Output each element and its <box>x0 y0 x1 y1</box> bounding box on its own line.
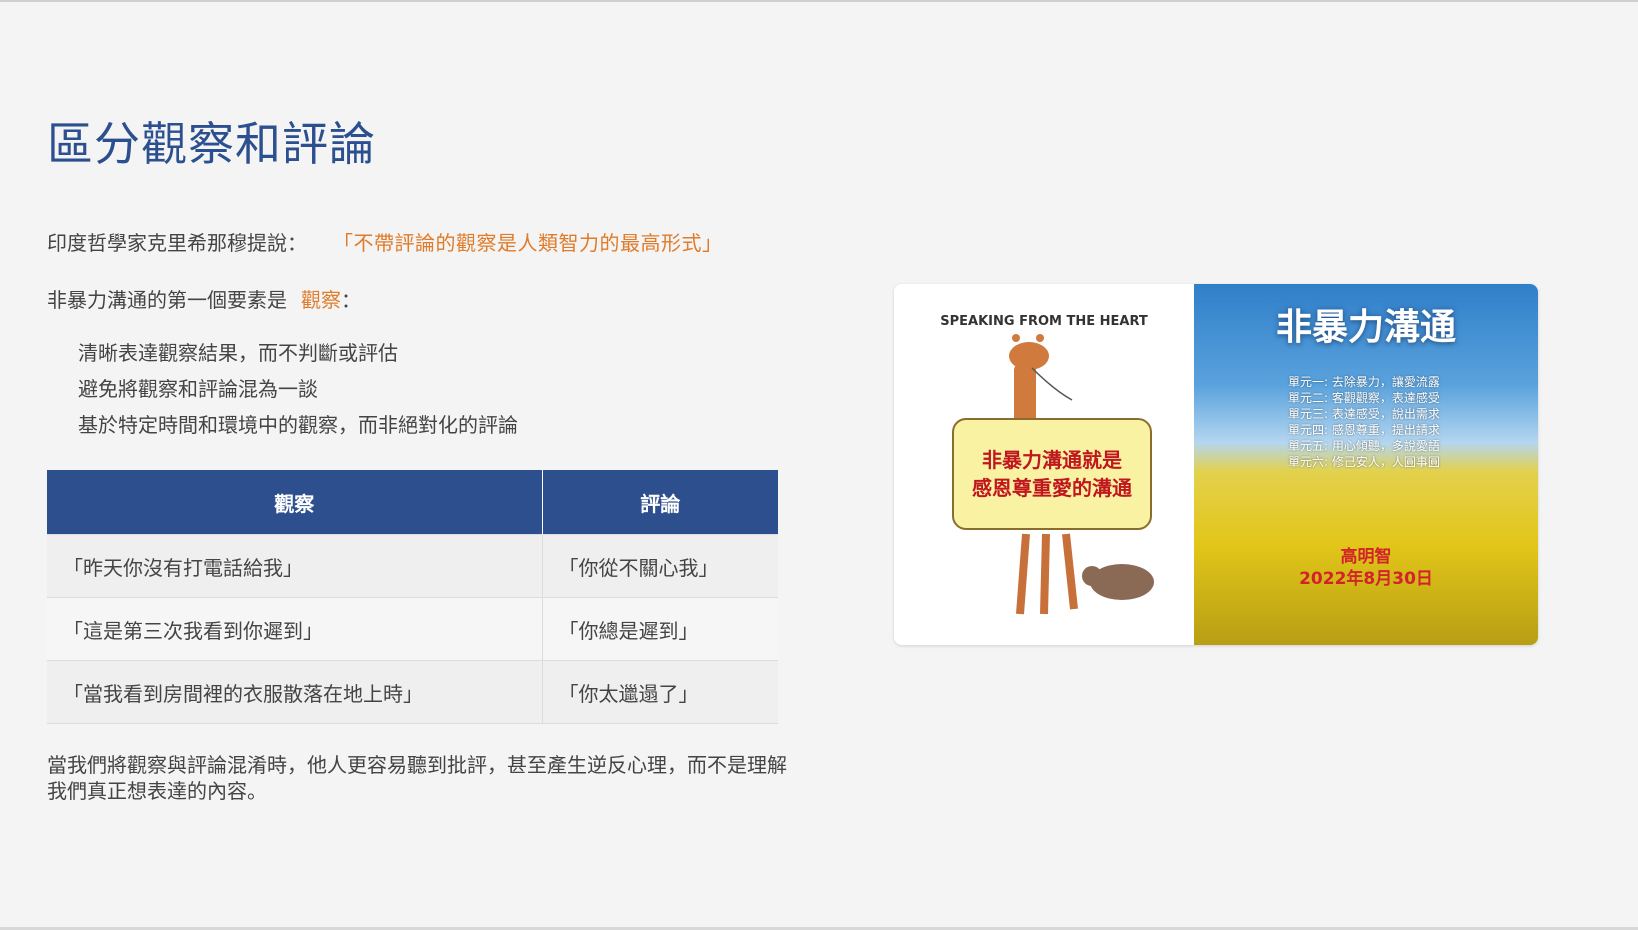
table-header-row: 觀察 評論 <box>47 470 778 535</box>
list-item: 單元一: 去除暴力，讓愛流露 <box>1288 375 1440 389</box>
book-title: 非暴力溝通 <box>1275 307 1456 348</box>
evaluation-cell: 「你太邋遢了」 <box>542 660 778 724</box>
list-item: 清晰表達觀察結果，而不判斷或評估 <box>78 341 398 365</box>
giraffe-sign: 非暴力溝通就是 感恩尊重愛的溝通 <box>952 418 1152 530</box>
book-front-panel: 非暴力溝通 單元一: 去除暴力，讓愛流露 單元二: 客觀觀察，表達感受 單元三:… <box>1194 284 1538 645</box>
list-item: 單元二: 客觀觀察，表達感受 <box>1288 391 1440 405</box>
header-observation: 觀察 <box>47 470 543 535</box>
evaluation-cell: 「你總是遲到」 <box>542 597 778 661</box>
highlighted-quote: 「不帶評論的觀察是人類智力的最高形式」 <box>343 231 723 255</box>
observation-points-list: 清晰表達觀察結果，而不判斷或評估 避免將觀察和評論混為一談 基於特定時間和環境中… <box>78 340 518 448</box>
table-row: 「這是第三次我看到你遲到」 「你總是遲到」 <box>47 597 778 661</box>
slide-title: 區分觀察和評論 <box>47 117 376 171</box>
table-row: 「當我看到房間裡的衣服散落在地上時」 「你太邋遢了」 <box>47 660 778 724</box>
list-item: 單元四: 感恩尊重，提出請求 <box>1288 423 1440 437</box>
observation-vs-evaluation-table: 觀察 評論 「昨天你沒有打電話給我」 「你從不關心我」 「這是第三次我看到你遲到… <box>47 470 778 724</box>
sign-line: 感恩尊重愛的溝通 <box>972 476 1132 500</box>
book-cover-image: SPEAKING FROM THE HEART 非暴力溝通就是 感恩尊重愛的溝通… <box>894 284 1538 645</box>
list-item: 單元六: 修己安人，人圓事圓 <box>1288 455 1440 469</box>
list-item: 單元五: 用心傾聽，多說愛語 <box>1288 439 1440 453</box>
top-divider <box>0 0 1638 2</box>
sign-line: 非暴力溝通就是 <box>982 448 1122 472</box>
summary-paragraph: 當我們將觀察與評論混淆時，他人更容易聽到批評，甚至產生逆反心理，而不是理解我們真… <box>47 753 787 803</box>
list-item: 避免將觀察和評論混為一談 <box>78 377 318 401</box>
list-item: 基於特定時間和環境中的觀察，而非絕對化的評論 <box>78 413 518 437</box>
book-author: 高明智 2022年8月30日 <box>1194 546 1538 590</box>
header-evaluation: 評論 <box>542 470 778 535</box>
first-element-line: 非暴力溝通的第一個要素是 觀察： <box>47 284 361 313</box>
quote-intro: 印度哲學家克里希那穆提說： <box>47 231 307 255</box>
evaluation-cell: 「你從不關心我」 <box>542 534 778 598</box>
element-suffix: ： <box>341 288 361 312</box>
list-item: 單元三: 表達感受，說出需求 <box>1288 407 1440 421</box>
observation-cell: 「這是第三次我看到你遲到」 <box>47 597 543 661</box>
author-name: 高明智 <box>1340 547 1392 567</box>
book-units-list: 單元一: 去除暴力，讓愛流露 單元二: 客觀觀察，表達感受 單元三: 表達感受，… <box>1288 374 1440 470</box>
publish-date: 2022年8月30日 <box>1299 569 1433 589</box>
book-back-panel: SPEAKING FROM THE HEART 非暴力溝通就是 感恩尊重愛的溝通 <box>894 284 1194 645</box>
table-row: 「昨天你沒有打電話給我」 「你從不關心我」 <box>47 534 778 598</box>
quote-line: 印度哲學家克里希那穆提說： 「不帶評論的觀察是人類智力的最高形式」 <box>47 227 723 256</box>
observation-cell: 「當我看到房間裡的衣服散落在地上時」 <box>47 660 543 724</box>
element-highlight: 觀察 <box>301 288 341 312</box>
element-intro: 非暴力溝通的第一個要素是 <box>47 288 287 312</box>
observation-cell: 「昨天你沒有打電話給我」 <box>47 534 543 598</box>
